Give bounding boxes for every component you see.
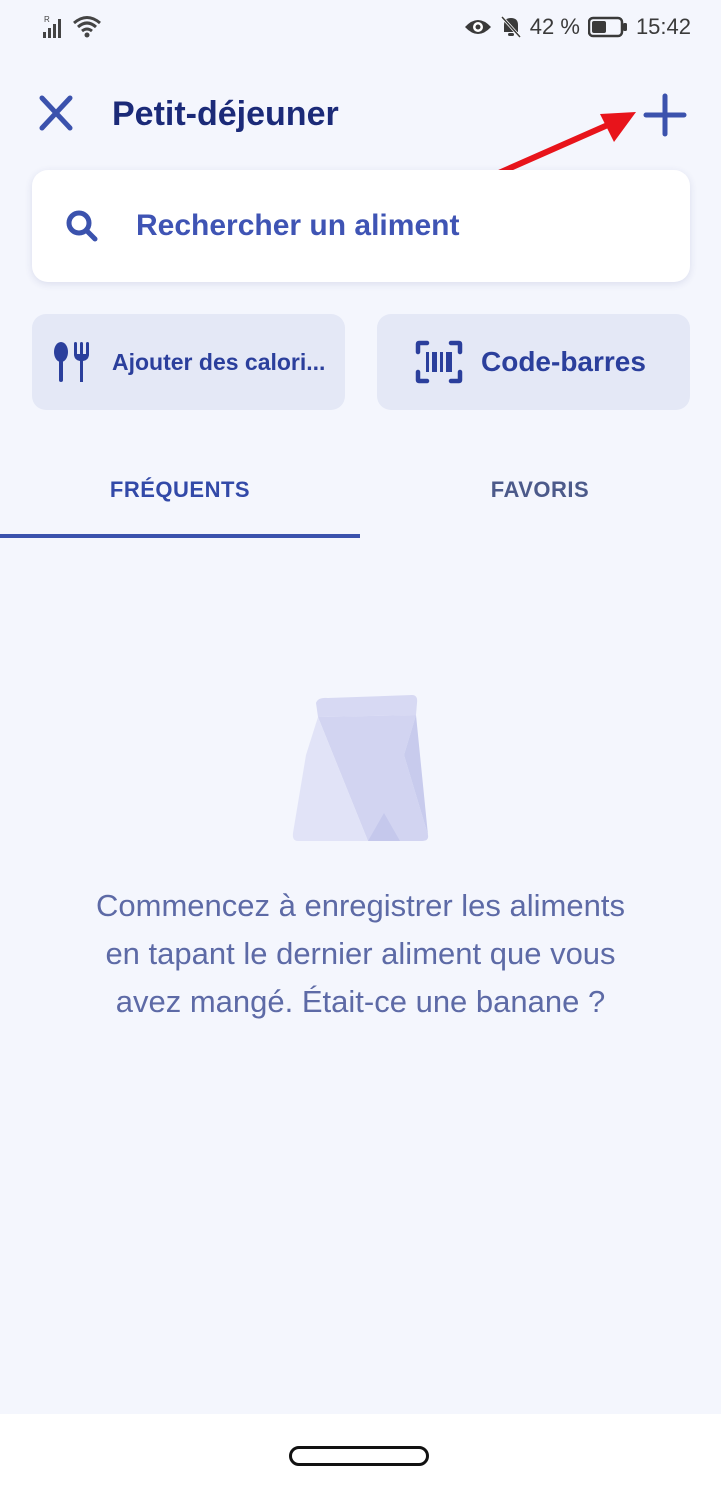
- empty-state-message: Commencez à enregistrer les aliments en …: [96, 888, 625, 1019]
- battery-percent: 42 %: [529, 14, 580, 39]
- barcode-button[interactable]: Code-barres: [377, 314, 690, 410]
- close-button[interactable]: [34, 92, 78, 136]
- search-icon: [66, 210, 98, 242]
- barcode-label: Code-barres: [481, 346, 646, 377]
- add-food-button[interactable]: [640, 90, 690, 140]
- add-calories-label: Ajouter des calori...: [112, 348, 326, 375]
- home-gesture-bar[interactable]: [289, 1446, 429, 1466]
- eye-icon: [464, 20, 491, 34]
- add-calories-button[interactable]: Ajouter des calori...: [32, 314, 345, 410]
- close-icon: [39, 95, 73, 131]
- signal-icon: R: [43, 15, 61, 38]
- status-right: 42 % 15:42: [464, 14, 691, 40]
- bell-off-icon: [500, 15, 521, 39]
- tab-frequents[interactable]: FRÉQUENTS: [0, 450, 360, 538]
- paper-bag-icon: [292, 695, 429, 841]
- clock: 15:42: [635, 14, 691, 39]
- page-title: Petit-déjeuner: [112, 95, 339, 133]
- utensils-icon: [54, 342, 89, 382]
- battery-icon: [587, 16, 627, 38]
- status-bar: R 42 % 15:42: [0, 0, 721, 58]
- tab-favoris[interactable]: FAVORIS: [360, 450, 720, 538]
- status-left: R: [42, 14, 102, 40]
- search-placeholder: Rechercher un aliment: [136, 209, 460, 242]
- barcode-scan-icon: [415, 340, 463, 384]
- search-input[interactable]: Rechercher un aliment: [32, 170, 690, 282]
- wifi-icon: [73, 16, 101, 38]
- svg-text:R: R: [44, 15, 50, 24]
- active-tab-indicator: [0, 534, 360, 538]
- tab-bar: FRÉQUENTS FAVORIS: [0, 450, 721, 538]
- plus-icon: [643, 93, 687, 137]
